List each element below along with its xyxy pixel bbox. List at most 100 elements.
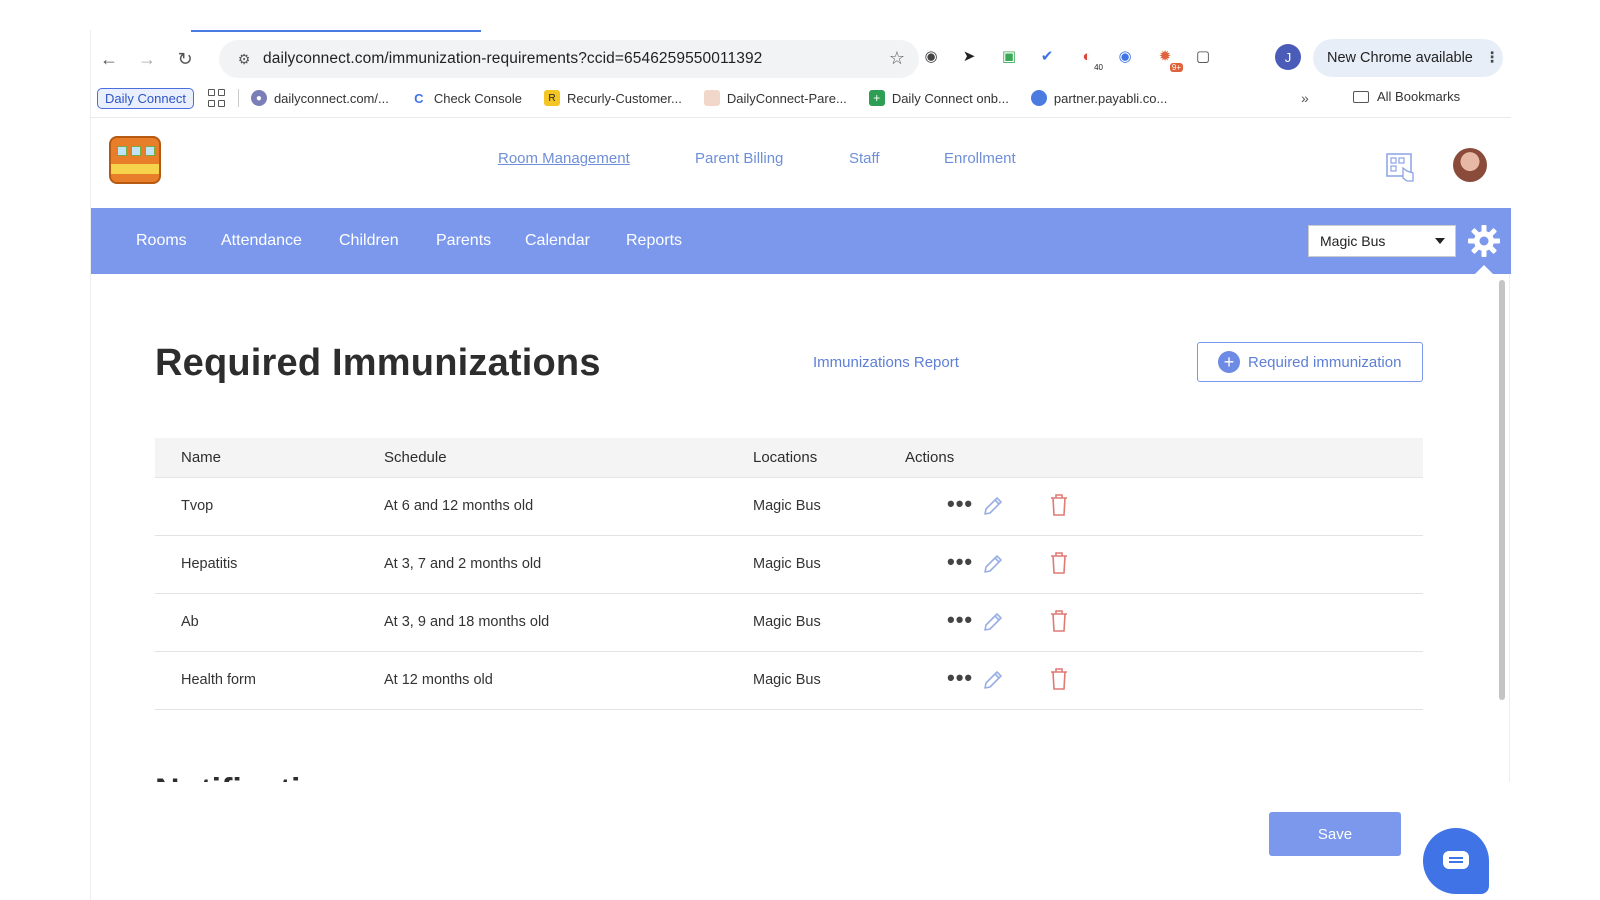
cell-name: Hepatitis (181, 556, 238, 572)
nav-attendance[interactable]: Attendance (221, 232, 302, 250)
extension-badge: 40 (1094, 63, 1103, 72)
circle-extension-icon[interactable]: ◉ (1113, 44, 1137, 68)
browser-window: ← → ↻ ⚙ dailyconnect.com/immunization-re… (90, 30, 1511, 900)
nav-parents[interactable]: Parents (436, 232, 491, 250)
table-row: Health form At 12 months old Magic Bus •… (155, 652, 1423, 710)
app-header: Room Management Parent Billing Staff Enr… (91, 118, 1511, 208)
back-icon[interactable]: ← (95, 45, 123, 73)
bookmark-item[interactable]: R Recurly-Customer... (543, 90, 682, 106)
browser-profile-avatar[interactable]: J (1275, 44, 1301, 70)
kebab-menu-icon[interactable]: ⋮ (1485, 50, 1500, 66)
table-row: Hepatitis At 3, 7 and 2 months old Magic… (155, 536, 1423, 594)
more-actions-icon[interactable]: ••• (947, 667, 973, 689)
edit-pencil-icon[interactable] (981, 668, 1005, 692)
cell-schedule: At 3, 9 and 18 months old (384, 614, 550, 630)
extension-badge: 9+ (1169, 63, 1183, 72)
bookmark-label: DailyConnect-Pare... (726, 90, 847, 106)
nav-calendar[interactable]: Calendar (525, 232, 590, 250)
location-select[interactable]: Magic Bus (1308, 225, 1456, 257)
url-text[interactable]: dailyconnect.com/immunization-requiremen… (263, 50, 762, 68)
trash-icon[interactable] (1049, 551, 1069, 575)
nav-reports[interactable]: Reports (626, 232, 682, 250)
immunizations-table: Name Schedule Locations Actions Tvop At … (155, 438, 1423, 710)
page-title: Required Immunizations (155, 342, 601, 384)
column-header-schedule: Schedule (384, 449, 447, 466)
browser-toolbar: ← → ↻ ⚙ dailyconnect.com/immunization-re… (91, 30, 1511, 118)
image-icon (703, 90, 720, 106)
edit-pencil-icon[interactable] (981, 610, 1005, 634)
bookmark-label: Recurly-Customer... (566, 90, 682, 106)
active-pointer (1475, 265, 1493, 274)
reload-icon[interactable]: ↻ (171, 45, 199, 73)
column-header-name: Name (181, 449, 222, 466)
vertical-scrollbar[interactable] (1499, 280, 1505, 700)
trash-icon[interactable] (1049, 609, 1069, 633)
table-header: Name Schedule Locations Actions (155, 438, 1423, 478)
bookmark-item[interactable]: partner.payabli.co... (1030, 90, 1168, 106)
add-required-immunization-button[interactable]: + Required immunization (1197, 342, 1423, 382)
cell-location: Magic Bus (753, 556, 821, 572)
more-actions-icon[interactable]: ••• (947, 609, 973, 631)
cell-schedule: At 3, 7 and 2 months old (384, 556, 542, 572)
chat-button[interactable] (1423, 828, 1489, 894)
burst-extension-icon[interactable]: ✹ 9+ (1153, 44, 1183, 72)
trash-icon[interactable] (1049, 493, 1069, 517)
table-row: Ab At 3, 9 and 18 months old Magic Bus •… (155, 594, 1423, 652)
bookmark-label: partner.payabli.co... (1053, 90, 1168, 106)
top-link-staff[interactable]: Staff (849, 150, 880, 167)
nav-children[interactable]: Children (339, 232, 399, 250)
check-extension-icon[interactable]: ✔ (1035, 44, 1059, 68)
more-bookmarks-icon[interactable]: » (1301, 90, 1309, 106)
column-header-locations: Locations (753, 449, 818, 466)
bookmark-star-icon[interactable]: ☆ (889, 48, 905, 69)
site-settings-icon[interactable]: ⚙ (229, 51, 259, 68)
more-actions-icon[interactable]: ••• (947, 551, 973, 573)
payabli-icon (1030, 90, 1047, 106)
sheets-extension-icon[interactable]: ▣ (997, 44, 1021, 68)
cell-name: Health form (181, 672, 256, 688)
save-button[interactable]: Save (1269, 812, 1401, 856)
new-chrome-button[interactable]: New Chrome available ⋮ (1313, 39, 1503, 77)
address-bar[interactable]: ⚙ dailyconnect.com/immunization-requirem… (219, 40, 919, 78)
top-link-parent-billing[interactable]: Parent Billing (695, 150, 783, 167)
cell-schedule: At 6 and 12 months old (384, 498, 534, 514)
more-actions-icon[interactable]: ••• (947, 493, 973, 515)
cell-location: Magic Bus (753, 672, 821, 688)
bookmark-item[interactable]: ● dailyconnect.com/... (250, 90, 389, 106)
extensions-puzzle-icon[interactable]: ▢ (1191, 44, 1215, 68)
folder-icon (1353, 90, 1369, 103)
trash-icon[interactable] (1049, 667, 1069, 691)
all-bookmarks-button[interactable]: All Bookmarks (1353, 89, 1460, 104)
page-load-progress (191, 30, 481, 32)
table-row: Tvop At 6 and 12 months old Magic Bus ••… (155, 478, 1423, 536)
top-nav: Room Management Parent Billing Staff Enr… (91, 150, 1511, 174)
forward-icon[interactable]: → (133, 45, 161, 73)
bookmark-item[interactable]: DailyConnect-Pare... (703, 90, 847, 106)
nav-rooms[interactable]: Rooms (136, 232, 187, 250)
edit-pencil-icon[interactable] (981, 552, 1005, 576)
bookmark-group-chip[interactable]: Daily Connect (97, 87, 194, 109)
bookmark-label: Daily Connect onb... (891, 90, 1009, 106)
cursor-extension-icon[interactable]: ➤ (957, 44, 981, 68)
cell-schedule: At 12 months old (384, 672, 493, 688)
location-select-value: Magic Bus (1320, 233, 1386, 249)
immunizations-report-link[interactable]: Immunizations Report (813, 354, 959, 371)
user-avatar[interactable] (1453, 148, 1487, 182)
top-link-enrollment[interactable]: Enrollment (944, 150, 1016, 167)
caret-down-icon (1435, 238, 1445, 244)
cell-location: Magic Bus (753, 614, 821, 630)
bookmark-item[interactable]: + Daily Connect onb... (868, 90, 1009, 106)
top-link-room-management[interactable]: Room Management (498, 150, 630, 167)
apps-grid-icon[interactable] (207, 89, 226, 107)
bookmark-separator (237, 89, 239, 107)
bookmark-label: Check Console (433, 90, 522, 106)
grammar-extension-icon[interactable]: ◉ (919, 44, 943, 68)
gear-icon[interactable] (1467, 224, 1501, 258)
edit-pencil-icon[interactable] (981, 494, 1005, 518)
timer-extension-icon[interactable]: ◐ 40 (1075, 44, 1103, 72)
chat-bubble-icon (1443, 851, 1469, 869)
footer-bar: Save (91, 782, 1511, 900)
recurly-icon: R (543, 90, 560, 106)
bookmark-item[interactable]: C Check Console (411, 90, 522, 106)
kiosk-qr-icon[interactable] (1385, 152, 1415, 182)
